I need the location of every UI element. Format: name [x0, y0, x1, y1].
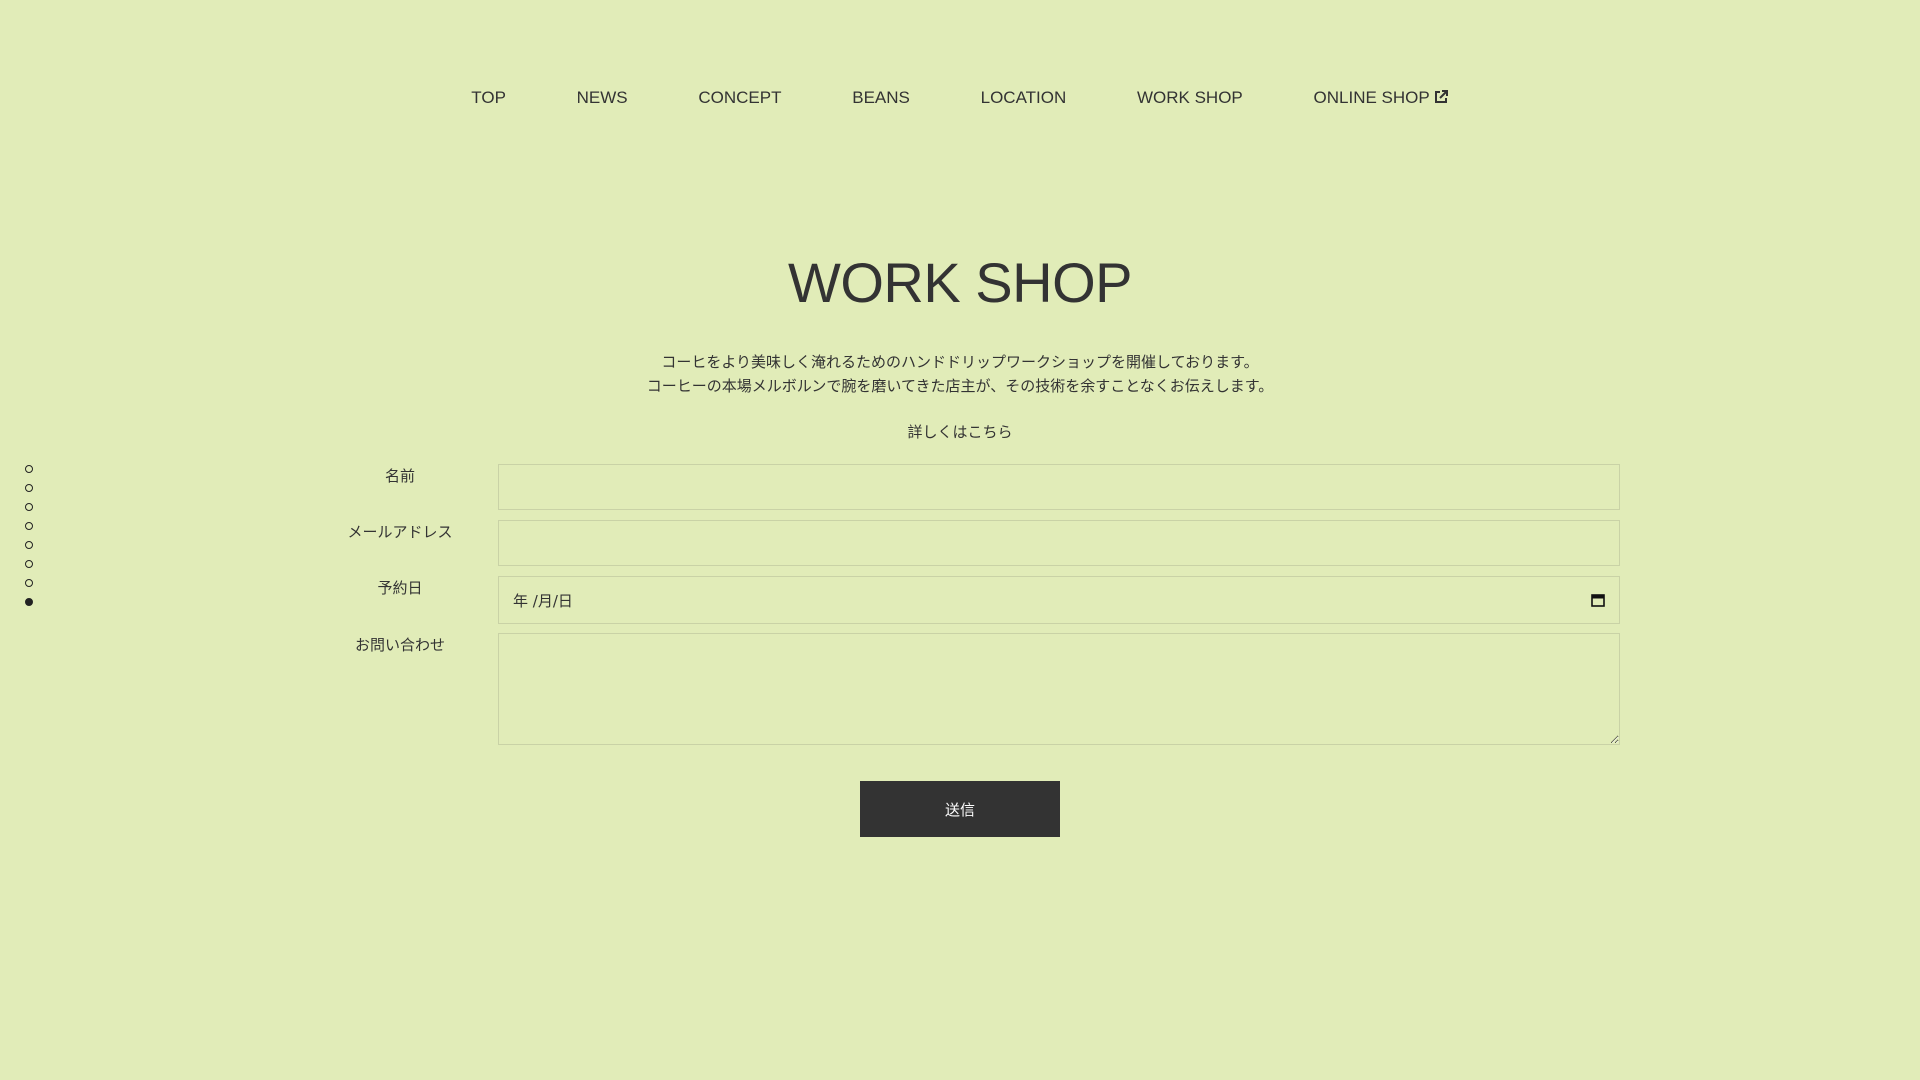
description-line-1: コーヒをより美味しく淹れるためのハンドドリップワークショップを開催しております。	[661, 353, 1259, 371]
date-field-value: 年 /月/日	[513, 591, 573, 610]
inquiry-label: お問い合わせ	[354, 636, 445, 654]
section-dot-2[interactable]	[25, 484, 33, 492]
email-field[interactable]	[498, 520, 1620, 566]
page-title: WORK SHOP	[788, 251, 1132, 314]
nav-item-top[interactable]: TOP	[471, 88, 506, 108]
description-line-2: コーヒーの本場メルボルンで腕を磨いてきた店主が、その技術を余すことなくお伝えしま…	[646, 377, 1274, 395]
date-label: 予約日	[377, 579, 423, 597]
section-dot-7[interactable]	[25, 579, 33, 587]
page: TOP NEWS CONCEPT BEANS LOCATION WORK SHO…	[0, 0, 1920, 1080]
section-dot-3[interactable]	[25, 503, 33, 511]
nav-item-online-shop-label: ONLINE SHOP	[1313, 88, 1430, 107]
section-dot-1[interactable]	[25, 465, 33, 473]
name-field[interactable]	[498, 464, 1620, 510]
section-dot-6[interactable]	[25, 560, 33, 568]
name-label: 名前	[384, 467, 415, 485]
nav-item-location[interactable]: LOCATION	[981, 88, 1067, 108]
section-dot-4[interactable]	[25, 522, 33, 530]
submit-button[interactable]: 送信	[860, 781, 1060, 837]
section-dot-5[interactable]	[25, 541, 33, 549]
nav-item-concept[interactable]: CONCEPT	[698, 88, 781, 108]
details-link[interactable]: 詳しくはこちら	[0, 420, 1920, 444]
date-field[interactable]: 年 /月/日	[498, 576, 1620, 624]
nav-item-workshop[interactable]: WORK SHOP	[1137, 88, 1243, 108]
external-link-icon	[1433, 89, 1449, 110]
nav-item-online-shop[interactable]: ONLINE SHOP	[1314, 88, 1449, 110]
nav-item-news[interactable]: NEWS	[577, 88, 628, 108]
email-label: メールアドレス	[347, 523, 453, 541]
section-indicator	[25, 465, 35, 617]
inquiry-textarea[interactable]	[498, 633, 1620, 745]
nav-item-beans[interactable]: BEANS	[852, 88, 910, 108]
workshop-description: コーヒをより美味しく淹れるためのハンドドリップワークショップを開催しております。…	[0, 350, 1920, 398]
section-dot-8-active[interactable]	[25, 598, 33, 606]
main-nav: TOP NEWS CONCEPT BEANS LOCATION WORK SHO…	[0, 88, 1920, 110]
calendar-icon[interactable]	[1591, 593, 1605, 607]
